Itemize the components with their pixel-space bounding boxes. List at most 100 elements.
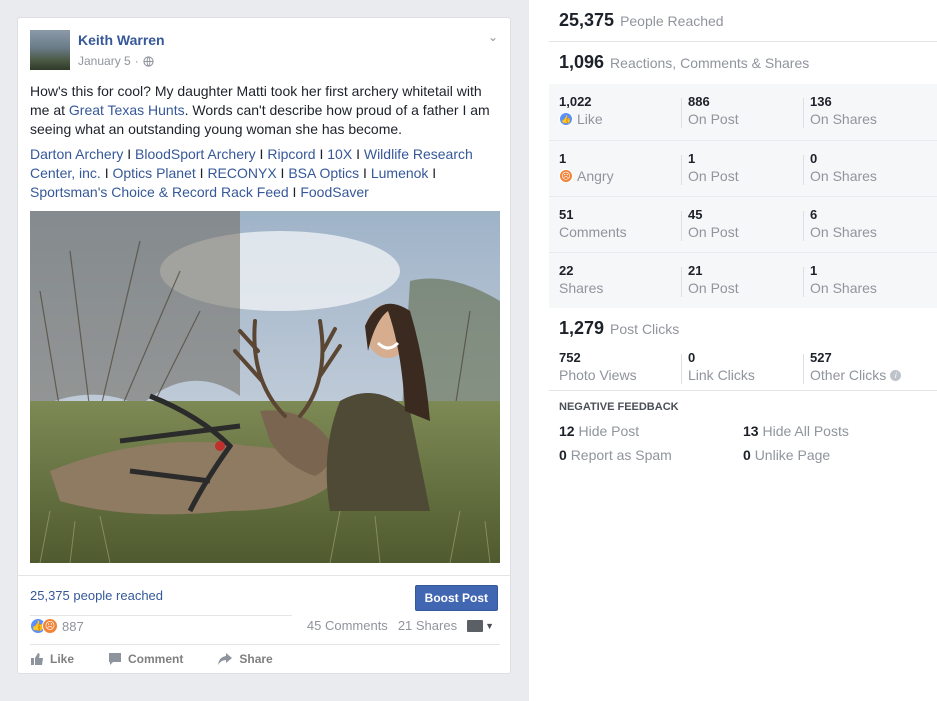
post-insights-panel: 25,375 People Reached 1,096 Reactions, C… <box>529 0 937 701</box>
tag-separator: I <box>288 184 301 200</box>
info-icon[interactable]: i <box>890 369 902 381</box>
cell-label: On Shares <box>810 168 877 184</box>
audience-selector[interactable]: ▼ <box>467 619 494 632</box>
tag-separator: I <box>428 165 437 181</box>
engagement-label: Reactions, Comments & Shares <box>610 55 810 71</box>
post-date[interactable]: January 5 <box>78 54 131 68</box>
tag-link[interactable]: BloodSport Archery <box>135 146 256 162</box>
divider <box>549 390 937 391</box>
table-row: 51 Comments 45 On Post 6 On Shares <box>549 196 937 252</box>
on-shares-cell: 136 On Shares <box>810 94 877 127</box>
column-separator <box>803 211 804 241</box>
table-row: 1,022 👍 Like 886 On Post 136 On Shares <box>549 84 937 140</box>
cell-value: 527 <box>810 350 832 365</box>
link-clicks-cell: 0 Link Clicks <box>688 350 755 383</box>
post-body-text: How's this for cool? My daughter Matti t… <box>30 82 500 139</box>
on-post-cell: 21 On Post <box>688 263 739 296</box>
reaction-cell: 1 ☹ Angry <box>559 151 614 184</box>
tag-link[interactable]: Optics Planet <box>113 165 196 181</box>
cell-value: 1 <box>688 151 696 166</box>
tag-link[interactable]: Ripcord <box>267 146 315 162</box>
like-label: Like <box>50 652 75 666</box>
divider <box>18 575 510 576</box>
tag-link[interactable]: FoodSaver <box>300 184 368 200</box>
cell-value: 45 <box>688 207 703 222</box>
angry-reaction-icon: ☹ <box>42 618 58 634</box>
hide-all-posts-stat: 13 Hide All Posts <box>743 423 849 439</box>
column-separator <box>681 98 682 128</box>
tag-separator: I <box>255 146 268 162</box>
like-label: Like <box>577 111 603 127</box>
tag-link[interactable]: RECONYX <box>207 165 276 181</box>
great-texas-hunts-link[interactable]: Great Texas Hunts <box>69 102 185 118</box>
author-avatar[interactable] <box>30 30 70 70</box>
post-clicks-value: 1,279 <box>559 318 605 338</box>
column-separator <box>681 155 682 185</box>
column-separator <box>681 354 682 384</box>
comment-bubble-icon <box>109 653 122 665</box>
separator-dot: · <box>134 54 139 68</box>
other-clicks-label: Other Clicks <box>810 367 887 383</box>
people-reached-label: People Reached <box>620 13 724 29</box>
cell-label: Photo Views <box>559 367 637 383</box>
tag-link[interactable]: 10X <box>327 146 352 162</box>
post-card: Keith Warren January 5 · ⌄ How's this fo… <box>17 17 511 674</box>
post-clicks-stat: 1,279 Post Clicks <box>559 318 679 339</box>
angry-icon: ☹ <box>559 169 573 183</box>
like-button[interactable]: Like <box>30 652 74 666</box>
stat-value: 0 <box>559 447 567 463</box>
column-separator <box>803 98 804 128</box>
stat-label: Hide Post <box>578 423 640 439</box>
shares-count-link[interactable]: 21 Shares <box>398 618 457 633</box>
cell-label: On Shares <box>810 224 877 240</box>
hunt-photo-illustration <box>30 211 500 563</box>
reaction-cell: 1,022 👍 Like <box>559 94 603 127</box>
photo-views-cell: 752 Photo Views <box>559 350 637 383</box>
boost-post-button[interactable]: Boost Post <box>414 585 498 611</box>
cell-value: 22 <box>559 263 574 278</box>
reaction-summary[interactable]: 👍 ☹ 887 <box>30 618 84 634</box>
reaction-count: 887 <box>62 618 84 634</box>
cell-value: 51 <box>559 207 574 222</box>
cell-label: ☹ Angry <box>559 168 614 184</box>
column-separator <box>681 267 682 297</box>
comments-count-link[interactable]: 45 Comments <box>307 618 388 633</box>
tag-link[interactable]: BSA Optics <box>288 165 359 181</box>
cell-label: On Post <box>688 224 739 240</box>
comment-button[interactable]: Comment <box>108 652 183 666</box>
cell-label: Other Clicks i <box>810 367 902 383</box>
hide-post-stat: 12 Hide Post <box>559 423 639 439</box>
on-shares-cell: 0 On Shares <box>810 151 877 184</box>
tag-separator: I <box>123 146 136 162</box>
tag-link[interactable]: Sportsman's Choice & Record Rack Feed <box>30 184 289 200</box>
cell-value: 21 <box>688 263 703 278</box>
share-button[interactable]: Share <box>217 652 273 666</box>
author-name-link[interactable]: Keith Warren <box>78 32 165 48</box>
cell-label: On Post <box>688 168 739 184</box>
divider <box>30 615 292 616</box>
stat-label: Report as Spam <box>570 447 672 463</box>
share-label: Share <box>239 652 273 666</box>
table-row: 22 Shares 21 On Post 1 On Shares <box>549 252 937 308</box>
tag-separator: I <box>100 165 113 181</box>
post-meta: January 5 · <box>78 54 154 68</box>
cell-label: 👍 Like <box>559 111 603 127</box>
cell-value: 1 <box>810 263 818 278</box>
divider <box>549 41 937 42</box>
negative-feedback-title: NEGATIVE FEEDBACK <box>559 401 679 413</box>
post-actions: Like Comment Share <box>30 652 273 666</box>
cell-label: Shares <box>559 280 604 296</box>
tag-link[interactable]: Lumenok <box>371 165 429 181</box>
cell-label: Link Clicks <box>688 367 755 383</box>
post-options-chevron-icon[interactable]: ⌄ <box>488 30 498 44</box>
shares-cell: 22 Shares <box>559 263 603 296</box>
post-photo[interactable] <box>30 211 500 563</box>
tag-link[interactable]: Darton Archery <box>30 146 123 162</box>
people-reached-value: 25,375 <box>559 10 615 30</box>
clicks-breakdown: 752 Photo Views 0 Link Clicks 527 Other Cli… <box>549 350 937 390</box>
cell-value: 1 <box>559 151 567 166</box>
engagement-stat: 1,096 Reactions, Comments & Shares <box>559 52 809 73</box>
other-clicks-cell: 527 Other Clicks i <box>810 350 902 383</box>
report-spam-stat: 0 Report as Spam <box>559 447 672 463</box>
people-reached-link[interactable]: 25,375 people reached <box>30 588 163 603</box>
